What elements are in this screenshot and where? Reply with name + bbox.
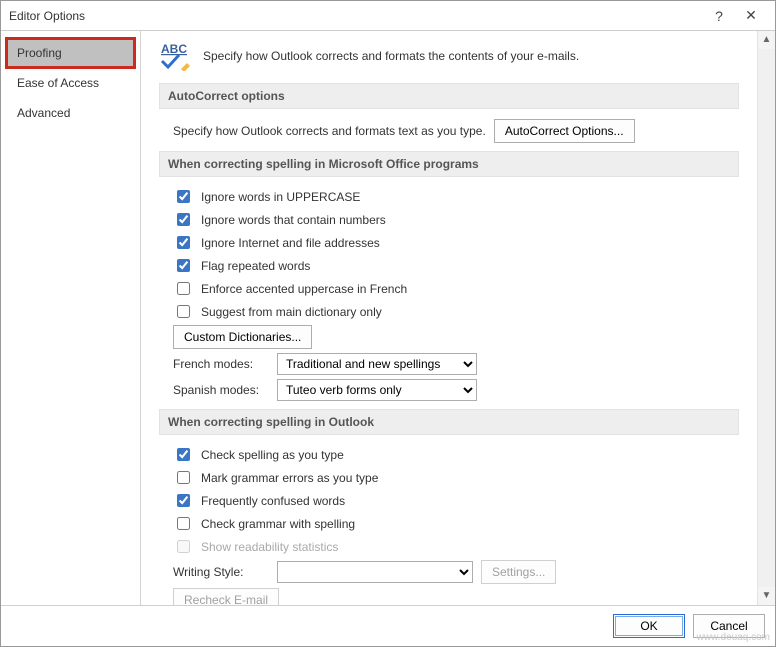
dialog-body: Proofing Ease of Access Advanced ABC Spe… (1, 31, 775, 605)
recheck-email-label: Recheck E-mail (184, 593, 268, 605)
writing-style-select[interactable] (277, 561, 473, 583)
chk-flag-repeated[interactable] (177, 259, 190, 272)
sidebar-item-label: Proofing (17, 46, 62, 60)
chk-frequently-confused[interactable] (177, 494, 190, 507)
autocorrect-options-button[interactable]: AutoCorrect Options... (494, 119, 635, 143)
sidebar-item-proofing[interactable]: Proofing (7, 39, 134, 67)
chk-frequently-confused-label: Frequently confused words (201, 494, 345, 508)
scroll-down-icon[interactable]: ▼ (758, 587, 775, 605)
french-modes-label: French modes: (173, 357, 269, 371)
chk-readability-stats (177, 540, 190, 553)
chk-ignore-internet-label: Ignore Internet and file addresses (201, 236, 380, 250)
spanish-modes-label: Spanish modes: (173, 383, 269, 397)
section-title-outlook: When correcting spelling in Outlook (159, 409, 739, 435)
french-modes-select[interactable]: Traditional and new spellings (277, 353, 477, 375)
recheck-email-button: Recheck E-mail (173, 588, 279, 605)
spanish-modes-select[interactable]: Tuteo verb forms only (277, 379, 477, 401)
chk-ignore-numbers-label: Ignore words that contain numbers (201, 213, 386, 227)
chk-main-dictionary[interactable] (177, 305, 190, 318)
editor-options-dialog: Editor Options ? ✕ Proofing Ease of Acce… (0, 0, 776, 647)
chk-ignore-numbers[interactable] (177, 213, 190, 226)
chk-mark-grammar[interactable] (177, 471, 190, 484)
ok-button[interactable]: OK (613, 614, 685, 638)
vertical-scrollbar[interactable]: ▲ ▼ (757, 31, 775, 605)
settings-button: Settings... (481, 560, 556, 584)
watermark-text: www.deuaq.com (697, 632, 770, 643)
main-wrap: ABC Specify how Outlook corrects and for… (141, 31, 775, 605)
chk-ignore-uppercase-label: Ignore words in UPPERCASE (201, 190, 360, 204)
settings-button-label: Settings... (492, 565, 545, 579)
cancel-button-label: Cancel (710, 619, 747, 633)
sidebar-item-label: Advanced (17, 106, 70, 120)
chk-grammar-with-spelling-label: Check grammar with spelling (201, 517, 355, 531)
chk-readability-stats-label: Show readability statistics (201, 540, 338, 554)
window-title: Editor Options (9, 9, 703, 23)
chk-enforce-accented-label: Enforce accented uppercase in French (201, 282, 407, 296)
chk-grammar-with-spelling[interactable] (177, 517, 190, 530)
abc-proofing-icon: ABC (159, 41, 193, 71)
page-header: ABC Specify how Outlook corrects and for… (159, 41, 739, 71)
custom-dictionaries-button[interactable]: Custom Dictionaries... (173, 325, 312, 349)
page-header-text: Specify how Outlook corrects and formats… (203, 49, 579, 63)
writing-style-label: Writing Style: (173, 565, 269, 579)
chk-mark-grammar-label: Mark grammar errors as you type (201, 471, 378, 485)
custom-dictionaries-label: Custom Dictionaries... (184, 330, 301, 344)
chk-flag-repeated-label: Flag repeated words (201, 259, 310, 273)
autocorrect-options-label: AutoCorrect Options... (505, 124, 624, 138)
chk-enforce-accented[interactable] (177, 282, 190, 295)
title-bar: Editor Options ? ✕ (1, 1, 775, 31)
chk-main-dictionary-label: Suggest from main dictionary only (201, 305, 382, 319)
chk-ignore-internet[interactable] (177, 236, 190, 249)
sidebar-nav: Proofing Ease of Access Advanced (1, 31, 141, 605)
autocorrect-row: Specify how Outlook corrects and formats… (173, 119, 739, 143)
dialog-footer: OK Cancel (1, 605, 775, 646)
chk-ignore-uppercase[interactable] (177, 190, 190, 203)
sidebar-item-label: Ease of Access (17, 76, 99, 90)
help-icon[interactable]: ? (703, 8, 735, 24)
chk-check-spelling[interactable] (177, 448, 190, 461)
ok-button-label: OK (640, 619, 657, 633)
chk-check-spelling-label: Check spelling as you type (201, 448, 344, 462)
section-title-autocorrect: AutoCorrect options (159, 83, 739, 109)
scroll-up-icon[interactable]: ▲ (758, 31, 775, 49)
sidebar-item-ease-of-access[interactable]: Ease of Access (7, 69, 134, 97)
main-panel: ABC Specify how Outlook corrects and for… (141, 31, 757, 605)
autocorrect-desc: Specify how Outlook corrects and formats… (173, 124, 486, 138)
svg-text:ABC: ABC (161, 42, 187, 56)
sidebar-item-advanced[interactable]: Advanced (7, 99, 134, 127)
section-title-office: When correcting spelling in Microsoft Of… (159, 151, 739, 177)
close-icon[interactable]: ✕ (735, 7, 767, 24)
